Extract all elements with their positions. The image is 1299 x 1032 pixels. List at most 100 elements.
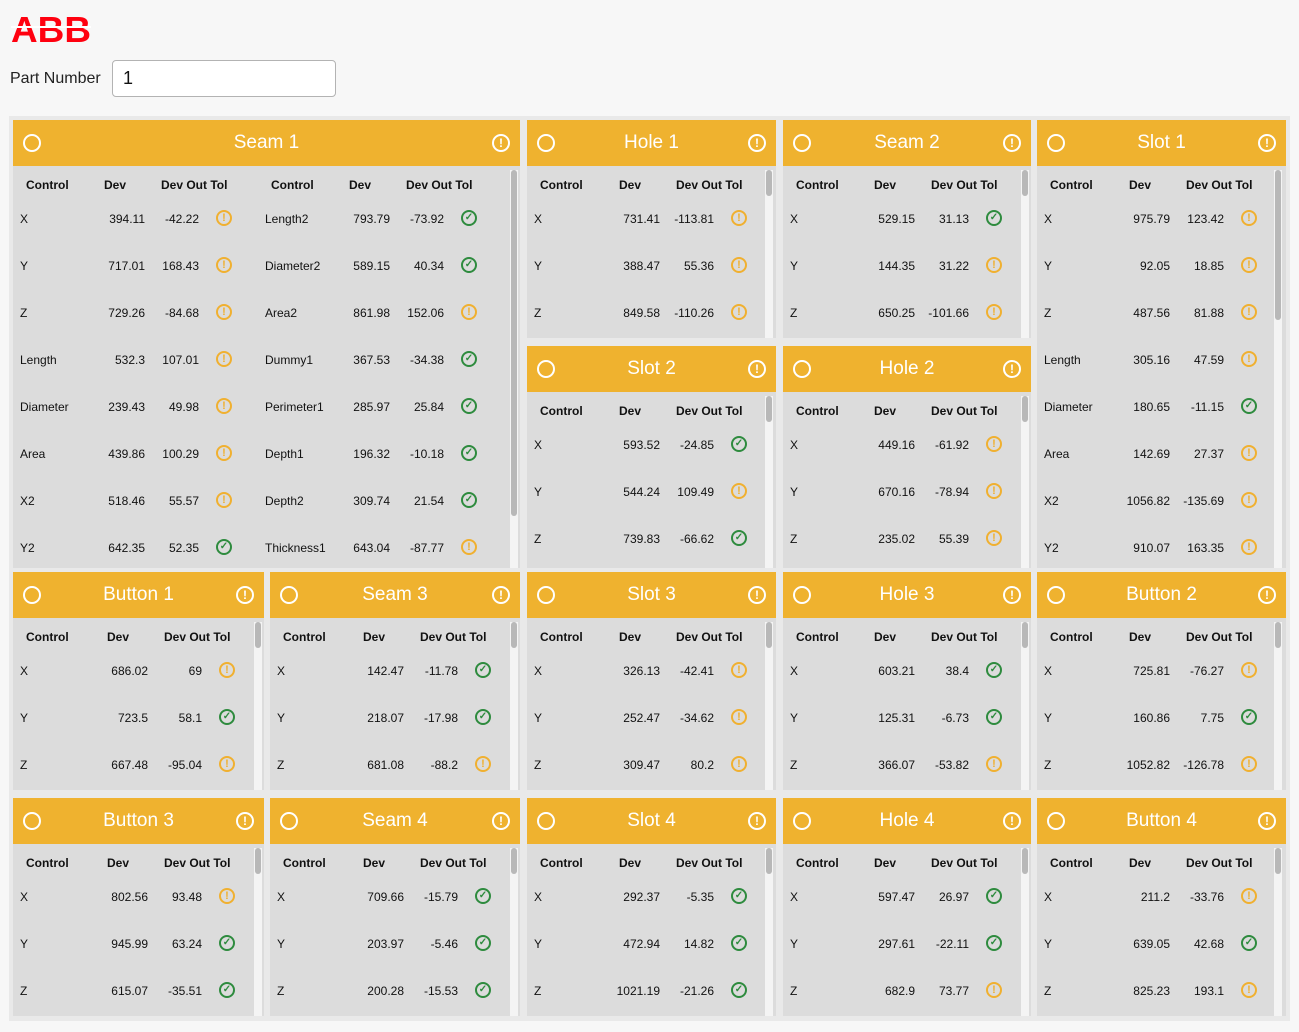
- check-circle-icon: ✓: [731, 982, 747, 998]
- warning-circle-icon: !: [731, 483, 747, 499]
- scrollbar-thumb[interactable]: [766, 848, 772, 874]
- panel-body-seam-2: Control Dev Dev Out Tol X 529.15 31.13 ✓ Y 144.3…: [783, 166, 1031, 338]
- scrollbar-thumb[interactable]: [766, 170, 772, 196]
- control-name: Area: [1044, 447, 1070, 461]
- warning-circle-icon: !: [475, 756, 491, 772]
- alert-circle-icon[interactable]: !: [1258, 134, 1276, 152]
- column-header-dev-out-tol: Dev Out Tol: [1186, 178, 1253, 192]
- scrollbar[interactable]: [1274, 622, 1282, 790]
- scrollbar[interactable]: [765, 170, 773, 338]
- alert-circle-icon[interactable]: !: [1258, 812, 1276, 830]
- scrollbar[interactable]: [1274, 848, 1282, 1016]
- alert-circle-icon[interactable]: !: [748, 812, 766, 830]
- alert-circle-icon[interactable]: !: [1003, 812, 1021, 830]
- scrollbar[interactable]: [510, 170, 518, 568]
- scrollbar[interactable]: [254, 622, 262, 790]
- scrollbar[interactable]: [1021, 622, 1029, 790]
- panel-body-slot-3: Control Dev Dev Out Tol X 326.13 -42.41! Y 252.…: [527, 618, 776, 790]
- scrollbar[interactable]: [1274, 170, 1282, 568]
- panel-title: Seam 1: [233, 132, 300, 153]
- scrollbar-thumb[interactable]: [1022, 170, 1028, 196]
- warning-circle-icon: !: [731, 709, 747, 725]
- dev-out-tol-value: -42.41: [679, 664, 714, 678]
- control-name: Y: [20, 937, 29, 951]
- scrollbar[interactable]: [254, 848, 262, 1016]
- control-name: Y: [534, 937, 543, 951]
- warning-circle-icon: !: [731, 257, 747, 273]
- part-number-input[interactable]: [112, 60, 336, 97]
- dev-out-tol-value: -33.76: [1189, 890, 1224, 904]
- scrollbar[interactable]: [1021, 170, 1029, 338]
- panel-title: Button 2: [1126, 584, 1197, 605]
- scrollbar-thumb[interactable]: [766, 622, 772, 648]
- column-header-control: Control: [540, 630, 583, 644]
- scrollbar-thumb[interactable]: [1022, 622, 1028, 648]
- alert-circle-icon[interactable]: !: [1003, 134, 1021, 152]
- scrollbar-thumb[interactable]: [1275, 622, 1281, 648]
- warning-circle-icon: !: [731, 210, 747, 226]
- alert-circle-icon[interactable]: !: [748, 586, 766, 604]
- scrollbar[interactable]: [510, 848, 518, 1016]
- scrollbar[interactable]: [1021, 848, 1029, 1016]
- warning-circle-icon: !: [1241, 351, 1257, 367]
- scrollbar-thumb[interactable]: [255, 848, 261, 874]
- dev-out-tol-value: 52.35: [168, 541, 199, 555]
- column-header-dev-out-tol: Dev Out Tol: [676, 630, 743, 644]
- alert-circle-icon[interactable]: !: [236, 812, 254, 830]
- column-header-dev: Dev: [363, 856, 386, 870]
- column-header-dev-out-tol: Dev Out Tol: [420, 856, 487, 870]
- scrollbar[interactable]: [765, 622, 773, 790]
- scrollbar-thumb[interactable]: [1022, 396, 1028, 422]
- warning-circle-icon: !: [731, 304, 747, 320]
- dev-out-tol-value: 21.54: [413, 494, 444, 508]
- alert-circle-icon[interactable]: !: [748, 134, 766, 152]
- scrollbar[interactable]: [1021, 396, 1029, 568]
- control-name: Diameter: [20, 400, 69, 414]
- scrollbar[interactable]: [510, 622, 518, 790]
- scrollbar-thumb[interactable]: [1275, 848, 1281, 874]
- scrollbar[interactable]: [765, 848, 773, 1016]
- control-name: Y: [790, 937, 799, 951]
- column-header-dev-out-tol: Dev Out Tol: [164, 856, 231, 870]
- column-header-control: Control: [796, 178, 839, 192]
- check-circle-icon: ✓: [461, 398, 477, 414]
- alert-circle-icon[interactable]: !: [1003, 360, 1021, 378]
- scrollbar-thumb[interactable]: [511, 848, 517, 874]
- panel-header-hole-2: Hole 2!: [783, 346, 1031, 392]
- panel-seam-1: Seam 1! Control Dev Dev Out Tol X 394.11 -42.2…: [13, 120, 520, 568]
- scrollbar-thumb[interactable]: [1275, 170, 1281, 320]
- dev-out-tol-value: 27.37: [1193, 447, 1224, 461]
- control-name: Y: [790, 711, 799, 725]
- alert-circle-icon[interactable]: !: [492, 134, 510, 152]
- warning-circle-icon: !: [1241, 539, 1257, 555]
- alert-circle-icon[interactable]: !: [492, 812, 510, 830]
- control-name: Y: [790, 485, 799, 499]
- panel-title: Hole 1: [624, 132, 679, 153]
- dev-out-tol-value: -66.62: [679, 532, 714, 546]
- alert-circle-icon[interactable]: !: [1003, 586, 1021, 604]
- scrollbar-thumb[interactable]: [766, 396, 772, 422]
- panel-body-button-2: Control Dev Dev Out Tol X 725.81 -76.27! Y 160.…: [1037, 618, 1286, 790]
- scrollbar-thumb[interactable]: [1022, 848, 1028, 874]
- panel-title: Slot 1: [1137, 132, 1186, 153]
- scrollbar-thumb[interactable]: [511, 170, 517, 516]
- dev-out-tol-value: -15.79: [423, 890, 458, 904]
- column-header-dev: Dev: [107, 856, 130, 870]
- column-header-dev-out-tol: Dev Out Tol: [931, 630, 998, 644]
- column-header-dev-out-tol: Dev Out Tol: [931, 178, 998, 192]
- dev-out-tol-value: 42.68: [1193, 937, 1224, 951]
- dev-out-tol-value: -88.2: [430, 758, 458, 772]
- column-header-dev-out-tol: Dev Out Tol: [676, 856, 743, 870]
- control-name: X2: [20, 494, 35, 508]
- alert-circle-icon[interactable]: !: [1258, 586, 1276, 604]
- alert-circle-icon[interactable]: !: [236, 586, 254, 604]
- alert-circle-icon[interactable]: !: [748, 360, 766, 378]
- control-name: Y: [277, 711, 286, 725]
- alert-circle-icon[interactable]: !: [492, 586, 510, 604]
- scrollbar[interactable]: [765, 396, 773, 568]
- scrollbar-thumb[interactable]: [511, 622, 517, 648]
- dev-out-tol-value: -34.62: [679, 711, 714, 725]
- control-name: Y: [1044, 259, 1053, 273]
- panel-title: Seam 4: [362, 810, 428, 831]
- scrollbar-thumb[interactable]: [255, 622, 261, 648]
